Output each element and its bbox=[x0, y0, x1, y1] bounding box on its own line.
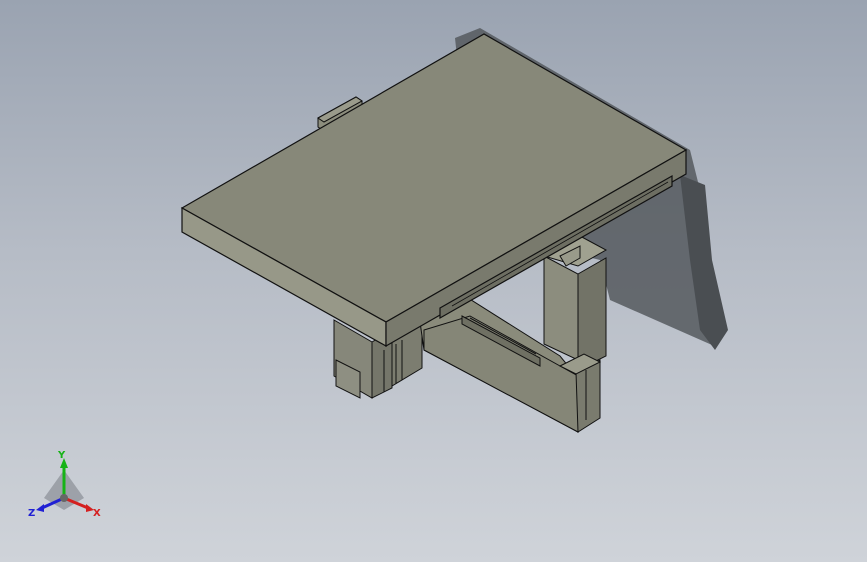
y-axis-label: Y bbox=[57, 450, 66, 461]
z-axis-label: Z bbox=[28, 508, 35, 519]
3d-viewport[interactable]: Y X Z bbox=[0, 0, 867, 562]
x-axis-label: X bbox=[93, 508, 101, 519]
model-view bbox=[180, 28, 728, 433]
axis-triad: Y X Z bbox=[24, 446, 106, 526]
